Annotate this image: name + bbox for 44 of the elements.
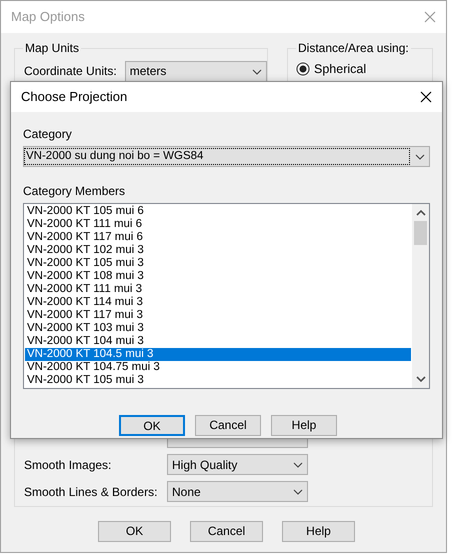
list-item[interactable]: VN-2000 KT 104.75 mui 3 [25, 361, 411, 374]
radio-icon [296, 62, 310, 76]
list-item[interactable]: VN-2000 KT 105 mui 3 [25, 374, 411, 387]
dropdown[interactable]: High Quality [167, 454, 308, 475]
list-item[interactable]: VN-2000 KT 104.5 mui 3 [25, 348, 411, 361]
window-title: Map Options [11, 8, 85, 26]
dialog-button[interactable]: OK [98, 521, 171, 542]
list-item[interactable]: VN-2000 KT 117 mui 3 [25, 309, 411, 322]
chevron-down-icon [252, 68, 262, 74]
chevron-down-icon [415, 154, 425, 160]
scroll-up-icon[interactable] [416, 210, 426, 216]
list-item[interactable]: VN-2000 KT 111 mui 6 [25, 218, 411, 231]
category-dropdown[interactable]: VN-2000 su dung noi bo = WGS84 [23, 146, 430, 167]
group-label: Distance/Area using: [296, 41, 411, 56]
dropdown[interactable]: None [167, 481, 308, 502]
list-item[interactable]: VN-2000 KT 105 mui 6 [25, 205, 411, 218]
dialog-button[interactable]: Help [282, 521, 355, 542]
scroll-down-icon[interactable] [416, 376, 426, 382]
list-item[interactable]: VN-2000 KT 102 mui 3 [25, 244, 411, 257]
chevron-down-icon [293, 462, 303, 468]
dialog-button[interactable]: Help [271, 415, 337, 436]
close-icon[interactable] [420, 91, 432, 103]
dialog-button[interactable]: OK [119, 415, 185, 436]
field-label: Category Members [23, 183, 126, 200]
dialog-button[interactable]: Cancel [190, 521, 263, 542]
field-label: Smooth Lines & Borders: [24, 484, 158, 500]
scrollbar[interactable] [412, 204, 429, 388]
dialog-title: Choose Projection [21, 88, 128, 106]
scroll-thumb[interactable] [414, 221, 427, 245]
group-label: Map Units [23, 41, 82, 56]
radio-option[interactable]: Spherical [296, 60, 366, 79]
field-label: Category [23, 126, 73, 143]
list-item[interactable]: VN-2000 KT 108 mui 3 [25, 270, 411, 283]
list-item[interactable]: VN-2000 KT 103 mui 3 [25, 322, 411, 335]
field-label: Coordinate Units: [24, 65, 117, 78]
list-item[interactable]: VN-2000 KT 114 mui 3 [25, 296, 411, 309]
list-item[interactable]: VN-2000 KT 111 mui 3 [25, 283, 411, 296]
list-item[interactable]: VN-2000 KT 105 mui 3 [25, 257, 411, 270]
dialog-button[interactable]: Cancel [195, 415, 261, 436]
chevron-down-icon [293, 488, 303, 494]
list-item[interactable]: VN-2000 KT 104 mui 3 [25, 335, 411, 348]
units-dropdown[interactable]: meters [124, 61, 267, 82]
field-label: Smooth Images: [24, 456, 112, 474]
list-item[interactable]: VN-2000 KT 117 mui 6 [25, 231, 411, 244]
